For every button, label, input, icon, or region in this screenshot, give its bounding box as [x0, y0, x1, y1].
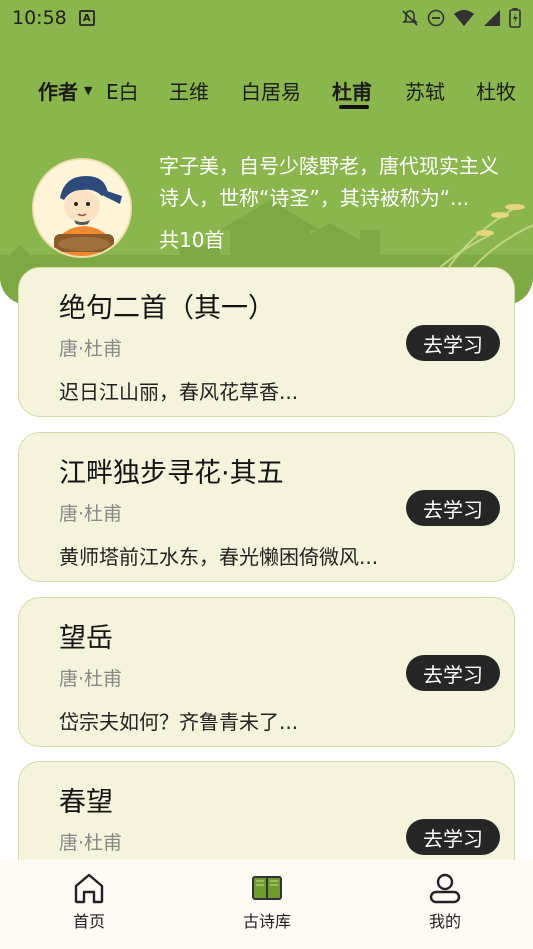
poem-meta: 唐·杜甫 [59, 668, 123, 690]
nav-home[interactable]: 首页 [39, 860, 139, 949]
poet-portrait-icon [34, 160, 130, 256]
poem-title: 望岳 [59, 623, 113, 654]
poem-meta: 唐·杜甫 [59, 503, 123, 525]
learn-button[interactable]: 去学习 [406, 325, 500, 361]
poem-meta: 唐·杜甫 [59, 338, 123, 360]
book-icon [252, 876, 282, 900]
tab-du-mu[interactable]: 杜牧 [476, 70, 516, 110]
battery-icon [509, 8, 521, 28]
author-tabs: 作者 ▼ E白 王维 白居易 杜甫 苏轼 杜牧 [0, 70, 533, 114]
signal-icon [484, 10, 500, 26]
bottom-navigation: 首页 古诗库 我的 [0, 860, 533, 949]
tab-wang-wei[interactable]: 王维 [169, 70, 209, 110]
poem-card[interactable]: 绝句二首（其一） 唐·杜甫 迟日江山丽，春风花草香... 去学习 [18, 267, 515, 417]
active-tab-indicator [339, 105, 369, 109]
author-dropdown[interactable]: 作者 ▼ [38, 70, 99, 110]
poem-excerpt: 岱宗夫如何？齐鲁青未了... [59, 710, 299, 734]
wifi-icon [454, 10, 474, 26]
author-description: 字子美，自号少陵野老，唐代现实主义诗人，世称“诗圣”，其诗被称为“... [159, 154, 499, 210]
poem-meta: 唐·杜甫 [59, 832, 123, 854]
poem-card[interactable]: 江畔独步寻花·其五 唐·杜甫 黄师塔前江水东，春光懒困倚微风... 去学习 [18, 432, 515, 582]
poem-count: 共10首 [159, 228, 225, 252]
tab-li-bai[interactable]: E白 [106, 70, 139, 110]
caret-down-icon: ▼ [84, 83, 93, 97]
status-bar: 10:58 A [0, 0, 533, 36]
learn-button[interactable]: 去学习 [406, 819, 500, 855]
tab-label: E白 [106, 79, 139, 104]
tab-label: 杜牧 [476, 79, 516, 104]
learn-button[interactable]: 去学习 [406, 490, 500, 526]
tab-label: 王维 [169, 79, 209, 104]
tab-su-shi[interactable]: 苏轼 [405, 70, 445, 110]
poem-excerpt: 黄师塔前江水东，春光懒困倚微风... [59, 545, 379, 569]
tab-label: 白居易 [241, 79, 301, 104]
poem-card[interactable]: 望岳 唐·杜甫 岱宗夫如何？齐鲁青未了... 去学习 [18, 597, 515, 747]
user-icon [429, 873, 461, 904]
home-icon [74, 873, 104, 904]
nav-home-label: 首页 [72, 912, 105, 931]
learn-button[interactable]: 去学习 [406, 655, 500, 691]
tab-label: 苏轼 [405, 79, 445, 104]
nav-poem-library-label: 古诗库 [242, 912, 291, 931]
poem-excerpt: 迟日江山丽，春风花草香... [59, 380, 299, 404]
poem-title: 绝句二首（其一） [59, 293, 275, 324]
bell-off-icon [402, 10, 418, 26]
poem-title: 春望 [59, 787, 113, 818]
nav-profile[interactable]: 我的 [395, 860, 495, 949]
status-time: 10:58 [12, 7, 67, 29]
poem-title: 江畔独步寻花·其五 [59, 458, 284, 489]
nav-poem-library[interactable]: 古诗库 [217, 860, 317, 949]
author-dropdown-label: 作者 [38, 79, 78, 104]
tab-du-fu[interactable]: 杜甫 [332, 70, 372, 110]
tab-label: 杜甫 [332, 79, 372, 104]
notification-a-icon: A [78, 10, 95, 26]
dnd-icon [427, 9, 445, 27]
nav-profile-label: 我的 [428, 912, 461, 931]
tab-bai-juyi[interactable]: 白居易 [241, 70, 301, 110]
author-avatar [32, 158, 132, 258]
status-icons [401, 8, 521, 28]
